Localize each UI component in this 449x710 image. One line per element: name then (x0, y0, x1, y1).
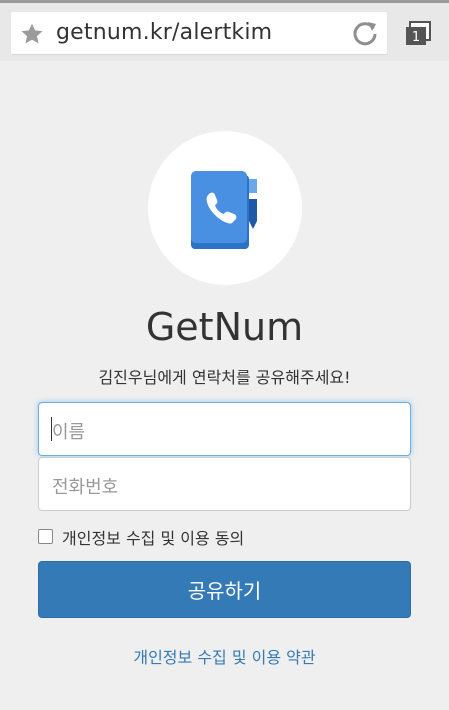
phone-placeholder: 전화번호 (52, 477, 119, 498)
phone-input[interactable]: 전화번호 (38, 457, 411, 511)
address-bar[interactable]: getnum.kr/alertkim (11, 12, 387, 54)
app-title: GetNum (145, 305, 304, 349)
reload-icon[interactable] (349, 18, 381, 50)
consent-label[interactable]: 개인정보 수집 및 이용 동의 (62, 525, 244, 549)
browser-toolbar: getnum.kr/alertkim 1 (0, 3, 449, 61)
name-input[interactable]: 이름 (38, 402, 411, 456)
consent-checkbox[interactable] (38, 529, 53, 544)
app-logo (148, 131, 302, 285)
share-button-label: 공유하기 (187, 579, 262, 603)
tab-count: 1 (412, 30, 420, 45)
share-button[interactable]: 공유하기 (38, 561, 411, 618)
contact-book-icon (191, 171, 257, 249)
tabs-icon[interactable]: 1 (404, 20, 432, 48)
url-text[interactable]: getnum.kr/alertkim (56, 20, 272, 45)
name-placeholder: 이름 (52, 422, 86, 443)
bookmark-star-icon[interactable] (19, 21, 45, 47)
page-subtitle: 김진우님에게 연락처를 공유해주세요! (98, 368, 351, 387)
privacy-terms-link[interactable]: 개인정보 수집 및 이용 약관 (0, 644, 449, 668)
